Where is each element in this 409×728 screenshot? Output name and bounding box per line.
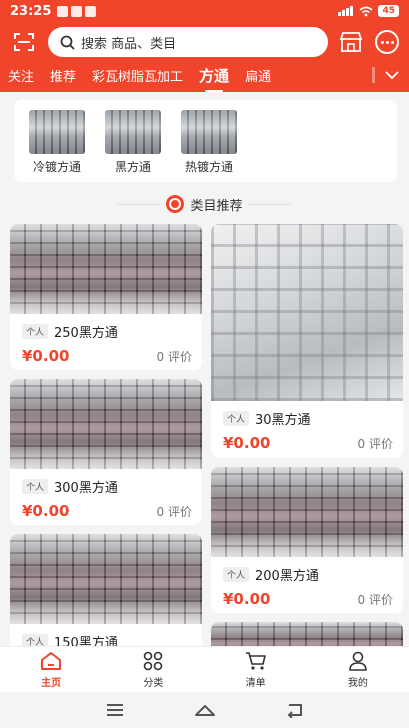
nav-label: 分类 (143, 677, 164, 689)
nav-label: 主页 (41, 677, 62, 689)
product-price: ¥0.00 (223, 434, 271, 452)
product-title: 250黑方通 (54, 326, 118, 341)
category-label: 冷镀方通 (32, 160, 81, 174)
product-price: ¥0.00 (22, 347, 70, 365)
product-price: ¥0.00 (223, 590, 271, 608)
shop-icon[interactable] (338, 31, 364, 53)
search-row: 搜索 商品、类目 (0, 27, 409, 57)
product-title: 300黑方通 (54, 481, 118, 496)
search-icon (60, 35, 75, 50)
tab-flat-tube[interactable]: 扁通 (237, 66, 279, 85)
chevron-down-icon[interactable] (385, 70, 399, 80)
category-card: 冷镀方通 黑方通 热镀方通 (14, 100, 397, 182)
tab-bar: 关注 推荐 彩瓦树脂瓦加工 方通 扁通 (0, 62, 409, 92)
product-card[interactable]: 个人 150黑方通 (10, 534, 202, 664)
seller-tag: 个人 (22, 479, 49, 494)
status-time: 23:25 (10, 3, 52, 19)
tab-divider (372, 67, 375, 83)
home-icon (41, 651, 62, 670)
home-button-icon[interactable] (194, 703, 216, 717)
nav-profile[interactable]: 我的 (307, 647, 409, 692)
category-black[interactable]: 黑方通 (104, 110, 162, 182)
search-placeholder: 搜索 商品、类目 (81, 36, 177, 52)
nav-cart[interactable]: 清单 (205, 647, 307, 692)
product-price: ¥0.00 (22, 502, 70, 520)
category-label: 热镀方通 (184, 160, 233, 174)
product-image (10, 534, 202, 624)
category-icon (144, 651, 163, 670)
app-screen: 23:25 45 搜索 商品、类目 关注 推荐 彩瓦树脂瓦加工 方通 扁通 冷镀… (0, 0, 409, 728)
status-right: 45 (338, 5, 399, 17)
product-title: 30黑方通 (255, 413, 311, 428)
product-image (211, 224, 403, 401)
system-nav-bar (0, 692, 409, 728)
product-card[interactable]: 个人 30黑方通 ¥0.00 0 评价 (211, 224, 403, 458)
product-image (10, 379, 202, 469)
scan-icon[interactable] (14, 33, 34, 51)
nav-category[interactable]: 分类 (102, 647, 204, 692)
target-icon (166, 195, 185, 213)
more-icon[interactable] (375, 30, 399, 54)
product-reviews: 0 评价 (357, 436, 393, 451)
nav-home[interactable]: 主页 (0, 647, 102, 692)
notification-icon (85, 5, 97, 17)
product-card[interactable]: 个人 250黑方通 ¥0.00 0 评价 (10, 224, 202, 370)
category-cold-galvanized[interactable]: 冷镀方通 (28, 110, 86, 182)
wifi-icon (359, 6, 373, 16)
seller-tag: 个人 (223, 567, 250, 582)
notification-icon (71, 5, 83, 17)
category-hot-galvanized[interactable]: 热镀方通 (180, 110, 238, 182)
signal-icon (338, 6, 354, 16)
header: 23:25 45 搜索 商品、类目 关注 推荐 彩瓦树脂瓦加工 方通 扁通 (0, 0, 409, 92)
notification-icon (57, 5, 69, 17)
product-reviews: 0 评价 (357, 592, 393, 607)
nav-label: 清单 (245, 677, 266, 689)
tab-recommend[interactable]: 推荐 (42, 66, 84, 85)
nav-label: 我的 (347, 677, 368, 689)
product-image (211, 467, 403, 557)
divider (118, 203, 161, 205)
product-reviews: 0 评价 (156, 349, 192, 364)
seller-tag: 个人 (223, 411, 250, 426)
search-input[interactable]: 搜索 商品、类目 (48, 27, 328, 57)
category-image (29, 110, 85, 154)
tab-resin-tile[interactable]: 彩瓦树脂瓦加工 (84, 66, 191, 85)
product-card[interactable]: 个人 200黑方通 ¥0.00 0 评价 (211, 467, 403, 613)
product-reviews: 0 评价 (156, 504, 192, 519)
product-image (10, 224, 202, 314)
product-title: 200黑方通 (255, 569, 319, 584)
divider (248, 203, 291, 205)
seller-tag: 个人 (22, 324, 49, 339)
tab-square-tube[interactable]: 方通 (191, 65, 237, 92)
back-icon[interactable] (285, 702, 305, 718)
bottom-nav: 主页 分类 清单 我的 (0, 646, 409, 692)
battery-icon: 45 (378, 5, 399, 17)
category-label: 黑方通 (114, 160, 151, 174)
category-image (181, 110, 237, 154)
tab-follow[interactable]: 关注 (0, 66, 42, 85)
category-image (105, 110, 161, 154)
cart-icon (245, 651, 266, 670)
status-bar: 23:25 45 (0, 0, 409, 22)
user-icon (349, 651, 367, 671)
section-header: 类目推荐 (0, 192, 409, 216)
menu-icon[interactable] (105, 703, 125, 717)
product-card[interactable]: 个人 300黑方通 ¥0.00 0 评价 (10, 379, 202, 525)
section-title: 类目推荐 (190, 198, 243, 214)
